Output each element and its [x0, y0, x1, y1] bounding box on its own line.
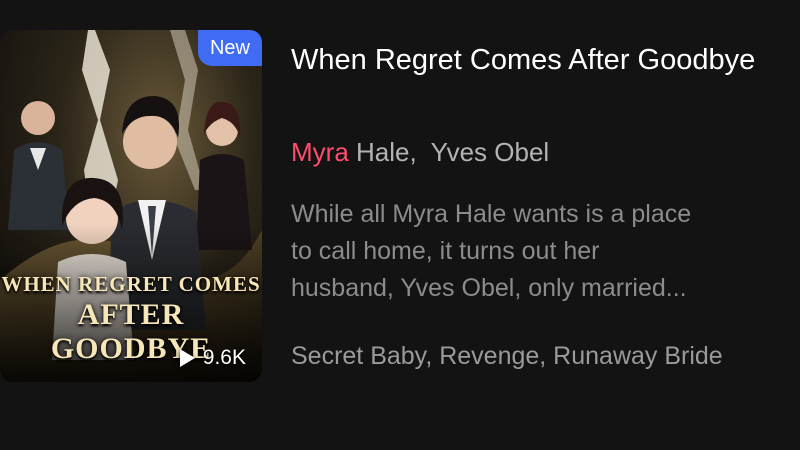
author-highlight: Myra [291, 137, 349, 167]
book-tags: Secret Baby, Revenge, Runaway Bride [291, 342, 723, 370]
view-count-value: 9.6K [202, 346, 246, 369]
view-count: 9.6K [179, 346, 246, 370]
description-line: to call home, it turns out her [291, 237, 600, 265]
description-line: husband, Yves Obel, only married... [291, 274, 687, 302]
book-title[interactable]: When Regret Comes After Goodbye [291, 40, 791, 80]
book-card[interactable]: New When Regret Comes After Goodbye 9.6K… [0, 0, 800, 450]
cover-title-line1: When Regret Comes [1, 272, 261, 296]
play-icon [179, 349, 195, 367]
book-cover[interactable]: New When Regret Comes After Goodbye 9.6K [0, 30, 262, 382]
author-rest: Hale, Yves Obel [348, 137, 550, 167]
book-description: While all Myra Hale wants is a place to … [291, 196, 796, 307]
book-authors[interactable]: Myra Hale, Yves Obel [291, 134, 791, 170]
description-line: While all Myra Hale wants is a place [291, 200, 692, 228]
new-badge: New [197, 30, 262, 66]
